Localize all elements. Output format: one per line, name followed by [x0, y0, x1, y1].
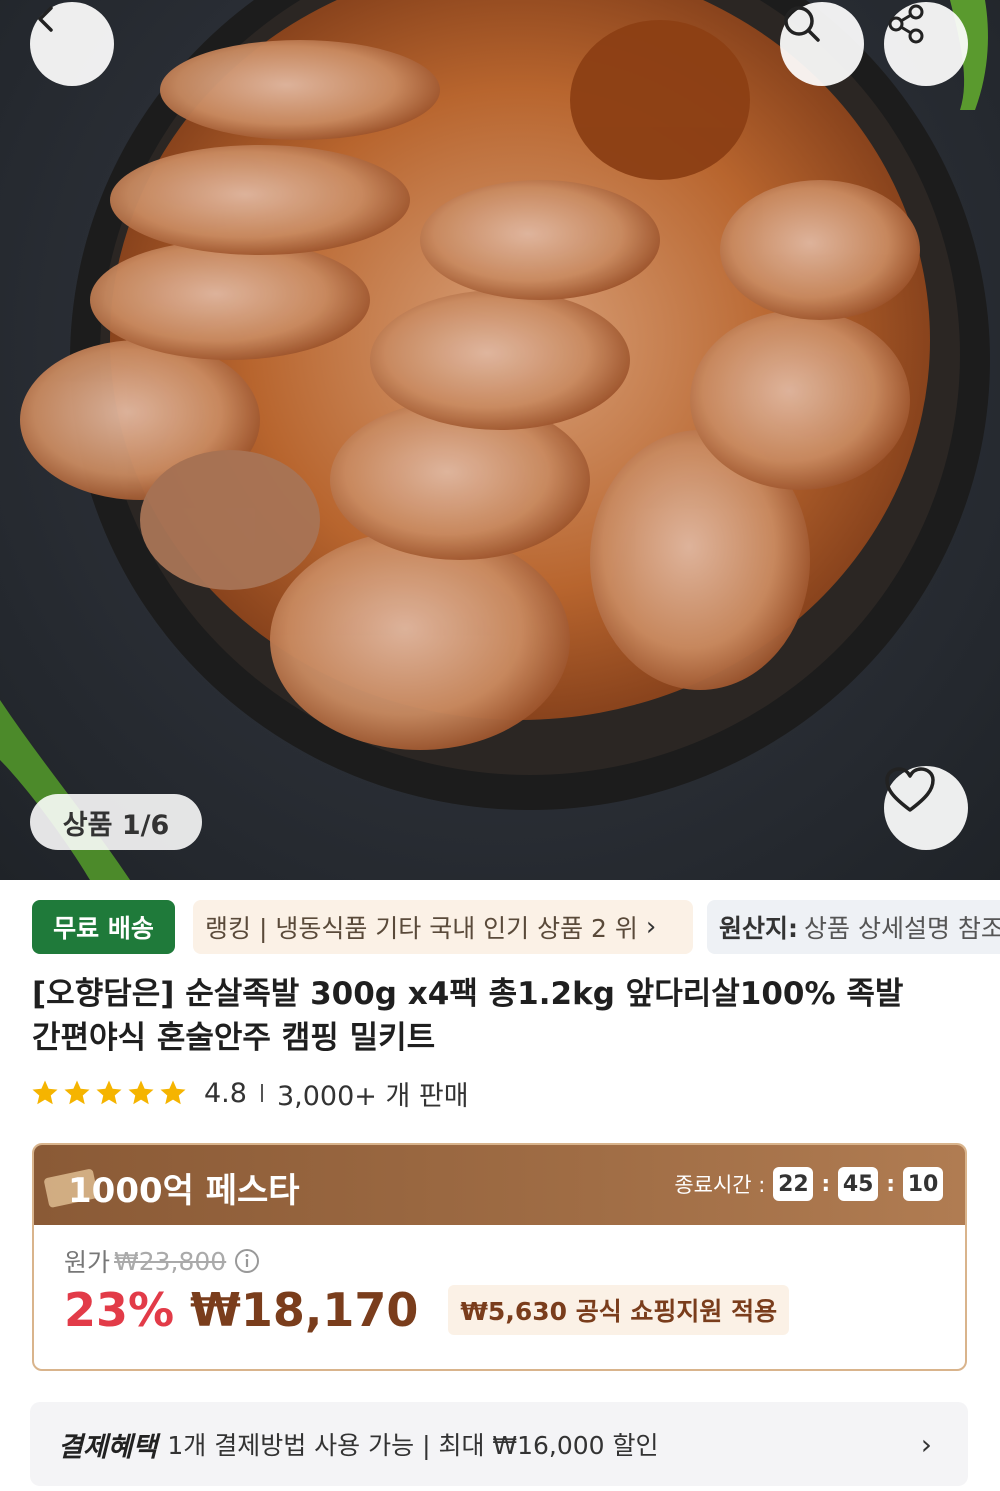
sale-price: ₩18,170: [190, 1283, 419, 1337]
timer-minutes: 45: [838, 1167, 879, 1201]
payment-benefits[interactable]: 결제혜택 1개 결제방법 사용 가능 | 최대 ₩16,000 할인 ›: [30, 1402, 968, 1486]
original-price-label: 원가: [64, 1248, 111, 1277]
timer-colon: :: [886, 1171, 895, 1197]
search-icon: [784, 6, 820, 42]
free-shipping-badge: 무료 배송: [32, 900, 175, 954]
heart-icon: [885, 767, 935, 812]
chevron-right-icon: ›: [920, 1428, 932, 1461]
wishlist-button[interactable]: [884, 766, 968, 850]
image-counter: 상품 1/6: [30, 794, 202, 850]
promo-box: 1000억 페스타 종료시간 : 22 : 45 : 10 원가 ₩23,800…: [32, 1143, 967, 1371]
product-title-line2: 간편야식 혼술안주 캠핑 밀키트: [32, 1020, 436, 1056]
sold-count: 3,000+ 개 판매: [276, 1080, 469, 1112]
countdown-timer: 종료시간 : 22 : 45 : 10: [674, 1167, 943, 1201]
price-row: 23% ₩18,170 ₩5,630 공식 쇼핑지원 적용: [64, 1283, 790, 1337]
star-icon: [96, 1080, 122, 1105]
ranking-text: 랭킹 | 냉동식품 기타 국내 인기 상품 2 위: [205, 914, 638, 943]
original-price: ₩23,800: [114, 1246, 227, 1276]
payment-benefits-title: 결제혜택: [58, 1431, 158, 1463]
info-icon[interactable]: [234, 1248, 260, 1274]
discount-rate: 23%: [64, 1283, 175, 1337]
rating-value: 4.8: [204, 1077, 247, 1109]
timer-seconds: 10: [903, 1167, 943, 1201]
original-price-row: 원가 ₩23,800: [64, 1243, 260, 1279]
product-photo: [0, 0, 990, 880]
share-icon: [888, 4, 924, 44]
product-title-line1: [오향담은] 순살족발 300g x4팩 총1.2kg 앞다리살100% 족발: [32, 976, 904, 1012]
share-button[interactable]: [884, 2, 968, 86]
shopping-support-badge: ₩5,630 공식 쇼핑지원 적용: [448, 1285, 790, 1335]
origin-label: 원산지:: [719, 914, 798, 943]
promo-title: 1000억 페스타: [68, 1171, 300, 1211]
ranking-tag[interactable]: 랭킹 | 냉동식품 기타 국내 인기 상품 2 위 ›: [193, 900, 693, 954]
product-image-carousel[interactable]: 상품 1/6: [0, 0, 1000, 880]
divider: [260, 1084, 263, 1102]
product-title: [오향담은] 순살족발 300g x4팩 총1.2kg 앞다리살100% 족발 …: [32, 972, 962, 1060]
star-icon: [64, 1080, 90, 1105]
search-button[interactable]: [780, 2, 864, 86]
star-icon: [160, 1080, 186, 1105]
payment-benefits-text: 1개 결제방법 사용 가능 | 최대 ₩16,000 할인: [167, 1431, 659, 1460]
timer-hours: 22: [773, 1167, 814, 1201]
rating-row[interactable]: 4.8 3,000+ 개 판매: [30, 1073, 469, 1113]
star-icon: [32, 1080, 58, 1105]
star-rating: [30, 1078, 188, 1108]
timer-label: 종료시간 :: [674, 1173, 766, 1197]
chevron-left-icon: [38, 6, 53, 32]
promo-header: 1000억 페스타 종료시간 : 22 : 45 : 10: [34, 1145, 965, 1225]
star-icon: [128, 1080, 154, 1105]
chevron-right-icon: ›: [645, 912, 657, 942]
back-button[interactable]: [30, 2, 114, 86]
origin-value: 상품 상세설명 참조: [804, 914, 1000, 943]
timer-colon: :: [821, 1171, 831, 1197]
origin-tag: 원산지: 상품 상세설명 참조: [707, 900, 1000, 954]
tag-row: 무료 배송 랭킹 | 냉동식품 기타 국내 인기 상품 2 위 › 원산지: 상…: [0, 900, 1000, 954]
